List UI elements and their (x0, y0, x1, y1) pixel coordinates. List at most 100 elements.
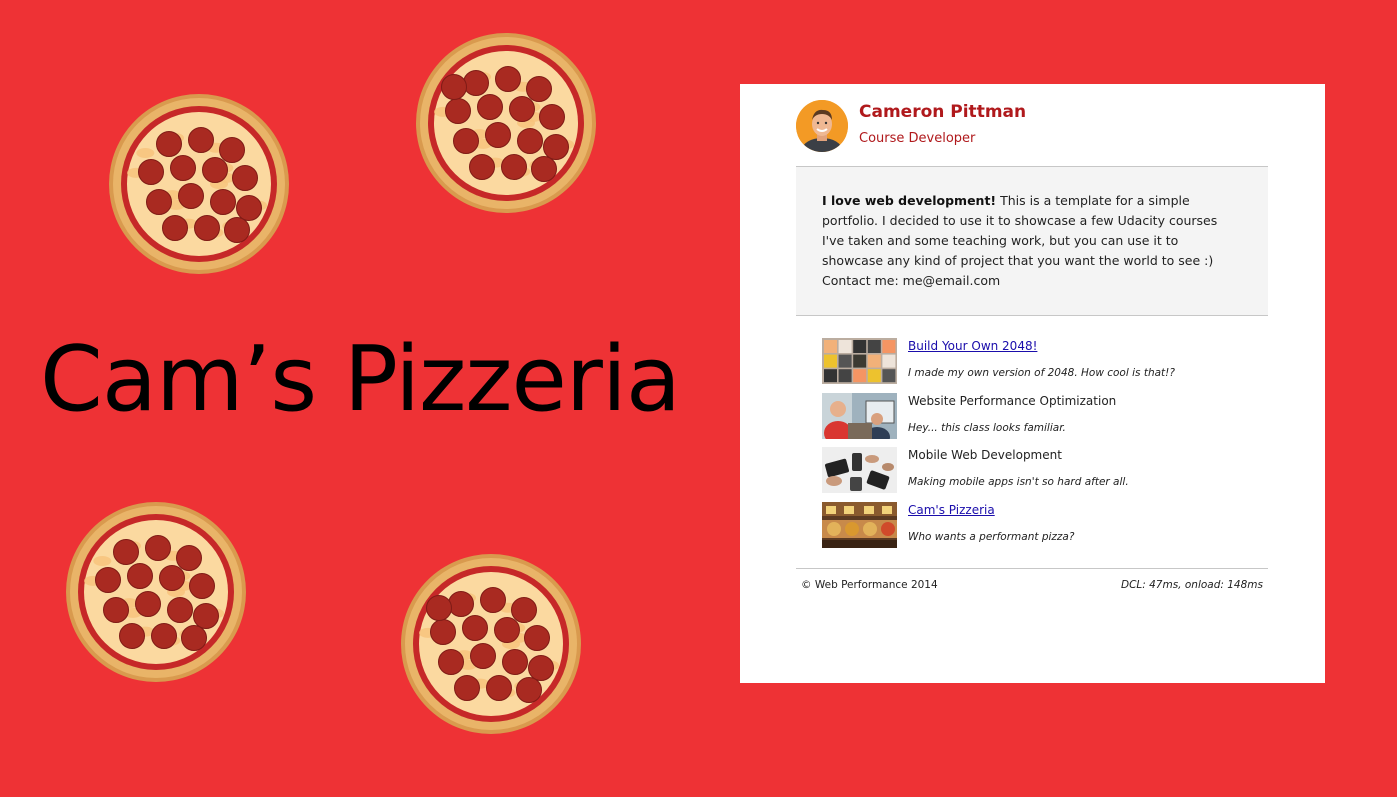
pepperoni (181, 625, 207, 651)
pepperoni (188, 127, 214, 153)
profile-role: Course Developer (859, 131, 976, 146)
thumbnail-wpo (822, 393, 897, 439)
pepperoni (202, 157, 228, 183)
copyright: © Web Performance 2014 (801, 579, 938, 591)
portfolio-card: Cameron Pittman Course Developer I love … (740, 84, 1325, 683)
pepperoni (543, 134, 569, 160)
thumbnail-2048 (822, 338, 897, 384)
tile (867, 369, 881, 383)
pepperoni (236, 195, 262, 221)
list-item: Build Your Own 2048! I made my own versi… (822, 336, 1242, 384)
tile (867, 340, 881, 353)
project-link[interactable]: Cam's Pizzeria (908, 502, 995, 518)
tile (853, 354, 867, 368)
project-desc: Making mobile apps isn't so hard after a… (908, 476, 1129, 488)
tile (824, 369, 837, 383)
pepperoni (146, 189, 172, 215)
pepperoni (210, 189, 236, 215)
thumbnail-mobile (822, 447, 897, 493)
pepperoni (426, 595, 452, 621)
profile-header: Cameron Pittman Course Developer (796, 100, 1269, 166)
pepperoni (176, 545, 202, 571)
tile (882, 369, 896, 383)
pepperoni (477, 94, 503, 120)
pepperoni (438, 649, 464, 675)
pepperoni (189, 573, 215, 599)
pepperoni (224, 217, 250, 243)
perf-stats: DCL: 47ms, onload: 148ms (1120, 579, 1263, 591)
pepperoni (178, 183, 204, 209)
pepperoni (194, 215, 220, 241)
pepperoni (232, 165, 258, 191)
tile (824, 340, 837, 353)
pepperoni (159, 565, 185, 591)
pepperoni (463, 70, 489, 96)
pepperoni (486, 675, 512, 701)
tile (867, 354, 881, 368)
tile (882, 354, 896, 368)
footer: © Web Performance 2014 DCL: 47ms, onload… (796, 568, 1268, 599)
intro-bold: I love web development! (822, 193, 997, 208)
contact-line: Contact me: me@email.com (822, 273, 1001, 288)
pizza-icon (65, 501, 247, 683)
pepperoni (127, 563, 153, 589)
pepperoni (448, 591, 474, 617)
intro-section: I love web development! This is a templa… (796, 166, 1268, 316)
pizza-icon (400, 553, 582, 735)
tile (838, 369, 852, 383)
pepperoni (119, 623, 145, 649)
page-title: Cam’s Pizzeria (40, 327, 681, 432)
tile (853, 369, 867, 383)
pepperoni (167, 597, 193, 623)
tile (824, 354, 837, 368)
pepperoni (170, 155, 196, 181)
pepperoni (462, 615, 488, 641)
pepperoni (524, 625, 550, 651)
pepperoni (528, 655, 554, 681)
pepperoni (219, 137, 245, 163)
list-item: Website Performance Optimization Hey... … (822, 391, 1242, 439)
pepperoni (502, 649, 528, 675)
project-title: Website Performance Optimization (908, 394, 1117, 408)
pepperoni (501, 154, 527, 180)
project-desc: Hey... this class looks familiar. (908, 422, 1066, 434)
pepperoni (193, 603, 219, 629)
profile-name: Cameron Pittman (859, 102, 1027, 122)
pepperoni (156, 131, 182, 157)
pepperoni (453, 128, 479, 154)
pepperoni (113, 539, 139, 565)
project-desc: Who wants a performant pizza? (908, 531, 1075, 543)
pepperoni (138, 159, 164, 185)
list-item: Mobile Web Development Making mobile app… (822, 445, 1242, 493)
tile (882, 340, 896, 353)
pepperoni (526, 76, 552, 102)
pepperoni (103, 597, 129, 623)
pepperoni (162, 215, 188, 241)
pepperoni (494, 617, 520, 643)
pepperoni (480, 587, 506, 613)
pepperoni (445, 98, 471, 124)
pepperoni (509, 96, 535, 122)
pepperoni (151, 623, 177, 649)
project-link[interactable]: Build Your Own 2048! (908, 338, 1037, 354)
avatar (796, 100, 848, 152)
pepperoni (516, 677, 542, 703)
pepperoni (495, 66, 521, 92)
pepperoni (485, 122, 511, 148)
thumbnail-pizzeria (822, 502, 897, 548)
pizza-icon (108, 93, 290, 275)
tile (838, 354, 852, 368)
pepperoni (135, 591, 161, 617)
intro-text: I love web development! This is a templa… (822, 191, 1242, 271)
pepperoni (145, 535, 171, 561)
pepperoni (95, 567, 121, 593)
pepperoni (539, 104, 565, 130)
pepperoni (430, 619, 456, 645)
pizza-icon (415, 32, 597, 214)
list-item: Cam's Pizzeria Who wants a performant pi… (822, 500, 1242, 548)
project-desc: I made my own version of 2048. How cool … (908, 367, 1175, 379)
project-title: Mobile Web Development (908, 448, 1062, 462)
pepperoni (470, 643, 496, 669)
pepperoni (441, 74, 467, 100)
tile (838, 340, 852, 353)
